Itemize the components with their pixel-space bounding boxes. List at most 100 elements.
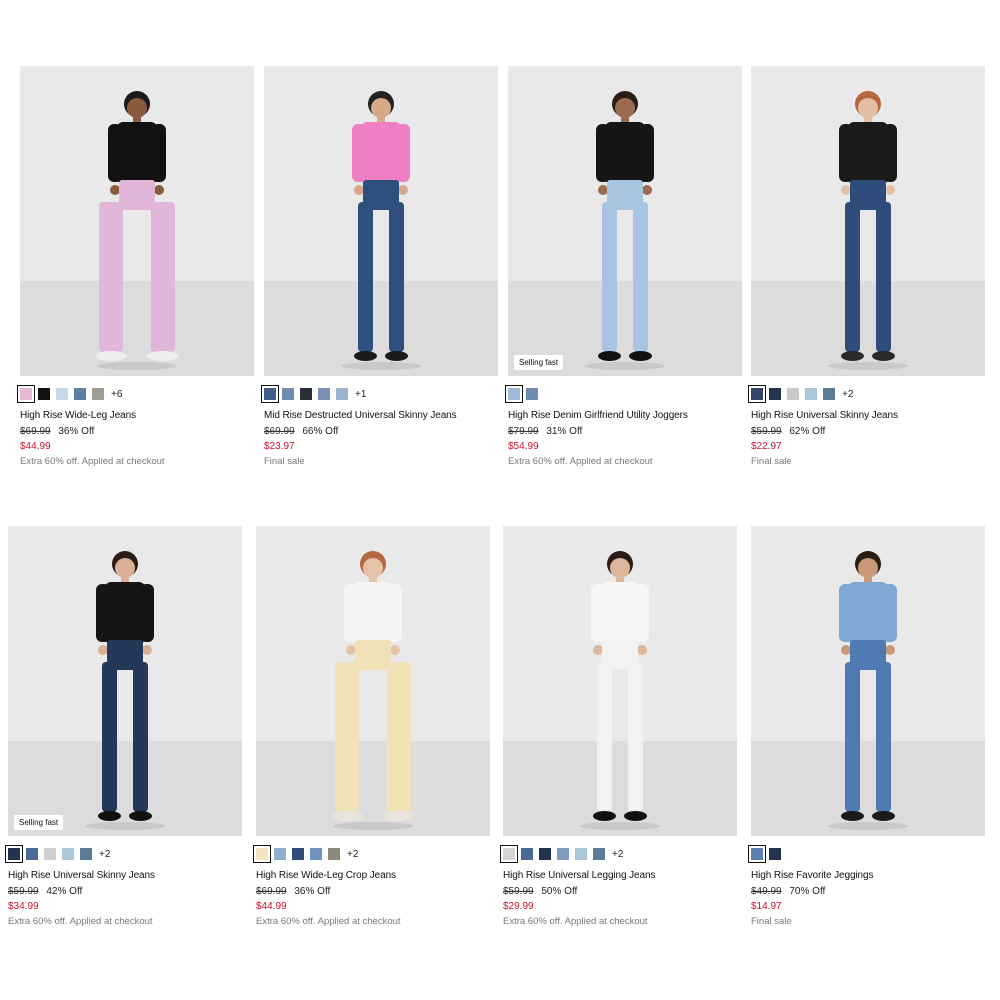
color-swatch[interactable] [505,385,523,403]
promo-text: Final sale [751,916,792,927]
discount-percent: 36% Off [294,886,331,897]
promo-text: Extra 60% off. Applied at checkout [256,916,401,927]
product-title[interactable]: High Rise Wide-Leg Crop Jeans [256,870,490,881]
more-colors-link[interactable]: +2 [612,849,623,860]
product-image[interactable]: Selling fast [8,526,242,836]
product-card[interactable]: High Rise Favorite Jeggings $49.99 70% O… [748,526,985,927]
color-swatches: +2 [253,845,490,863]
color-swatch[interactable] [539,848,551,860]
product-image[interactable] [751,526,985,836]
sale-price: $44.99 [20,441,51,452]
color-swatch[interactable] [823,388,835,400]
sale-price: $54.99 [508,441,539,452]
color-swatches [748,845,985,863]
product-card[interactable]: +2 High Rise Wide-Leg Crop Jeans $69.99 … [253,526,490,927]
more-colors-link[interactable]: +2 [99,849,110,860]
price-row: $69.99 36% Off [256,886,490,897]
product-title[interactable]: High Rise Denim Girlfriend Utility Jogge… [508,410,742,421]
product-image[interactable] [264,66,498,376]
color-swatch[interactable] [17,385,35,403]
model-illustration [331,551,415,830]
more-colors-link[interactable]: +2 [347,849,358,860]
product-image[interactable]: Selling fast [508,66,742,376]
color-swatch[interactable] [526,388,538,400]
more-colors-link[interactable]: +2 [842,389,853,400]
model-illustration [828,551,908,830]
product-title[interactable]: Mid Rise Destructed Universal Skinny Jea… [264,410,498,421]
color-swatch[interactable] [310,848,322,860]
product-card[interactable]: +2 High Rise Universal Skinny Jeans $59.… [748,66,985,467]
color-swatch[interactable] [26,848,38,860]
price-row: $69.99 66% Off [264,426,498,437]
color-swatches: +2 [500,845,737,863]
color-swatch[interactable] [521,848,533,860]
product-image[interactable] [256,526,490,836]
color-swatch[interactable] [787,388,799,400]
model-illustration [828,91,908,370]
color-swatch[interactable] [274,848,286,860]
color-swatch[interactable] [282,388,294,400]
product-title[interactable]: High Rise Universal Legging Jeans [503,870,737,881]
original-price: $79.99 [508,426,539,437]
price-row: $59.99 42% Off [8,886,242,897]
price-row: $49.99 70% Off [751,886,985,897]
color-swatch[interactable] [336,388,348,400]
color-swatch[interactable] [261,385,279,403]
color-swatch[interactable] [575,848,587,860]
promo-text: Extra 60% off. Applied at checkout [20,456,165,467]
color-swatch[interactable] [318,388,330,400]
color-swatch[interactable] [500,845,518,863]
original-price: $49.99 [751,886,782,897]
color-swatch[interactable] [62,848,74,860]
color-swatch[interactable] [300,388,312,400]
color-swatches: +1 [261,385,498,403]
price-row: $59.99 62% Off [751,426,985,437]
color-swatch[interactable] [56,388,68,400]
color-swatches: +2 [748,385,985,403]
color-swatch[interactable] [38,388,50,400]
original-price: $59.99 [503,886,534,897]
color-swatch[interactable] [557,848,569,860]
color-swatch[interactable] [74,388,86,400]
product-title[interactable]: High Rise Wide-Leg Jeans [20,410,254,421]
color-swatch[interactable] [44,848,56,860]
color-swatch[interactable] [593,848,605,860]
original-price: $59.99 [751,426,782,437]
discount-percent: 31% Off [546,426,583,437]
product-title[interactable]: High Rise Universal Skinny Jeans [751,410,985,421]
more-colors-link[interactable]: +1 [355,389,366,400]
price-row: $69.99 36% Off [20,426,254,437]
color-swatch[interactable] [748,385,766,403]
product-card[interactable]: +2 High Rise Universal Legging Jeans $59… [500,526,737,927]
color-swatch[interactable] [769,388,781,400]
color-swatch[interactable] [92,388,104,400]
original-price: $69.99 [256,886,287,897]
color-swatch[interactable] [769,848,781,860]
sale-price: $34.99 [8,901,39,912]
product-image[interactable] [20,66,254,376]
color-swatch[interactable] [80,848,92,860]
promo-text: Extra 60% off. Applied at checkout [503,916,648,927]
product-image[interactable] [751,66,985,376]
product-card[interactable]: +1 Mid Rise Destructed Universal Skinny … [261,66,498,467]
promo-text: Extra 60% off. Applied at checkout [8,916,153,927]
price-row: $59.99 50% Off [503,886,737,897]
color-swatch[interactable] [253,845,271,863]
product-title[interactable]: High Rise Favorite Jeggings [751,870,985,881]
color-swatch[interactable] [748,845,766,863]
more-colors-link[interactable]: +6 [111,389,122,400]
selling-fast-badge: Selling fast [14,815,64,830]
promo-text: Extra 60% off. Applied at checkout [508,456,653,467]
product-image[interactable] [503,526,737,836]
product-card[interactable]: Selling fast High Rise Denim Girlfriend … [505,66,742,467]
product-card[interactable]: +6 High Rise Wide-Leg Jeans $69.99 36% O… [17,66,254,467]
color-swatch[interactable] [805,388,817,400]
color-swatch[interactable] [328,848,340,860]
promo-text: Final sale [751,456,792,467]
color-swatch[interactable] [5,845,23,863]
product-card[interactable]: Selling fast +2 High Rise Universal Skin… [5,526,242,927]
sale-price: $29.99 [503,901,534,912]
color-swatch[interactable] [292,848,304,860]
discount-percent: 70% Off [789,886,826,897]
product-title[interactable]: High Rise Universal Skinny Jeans [8,870,242,881]
